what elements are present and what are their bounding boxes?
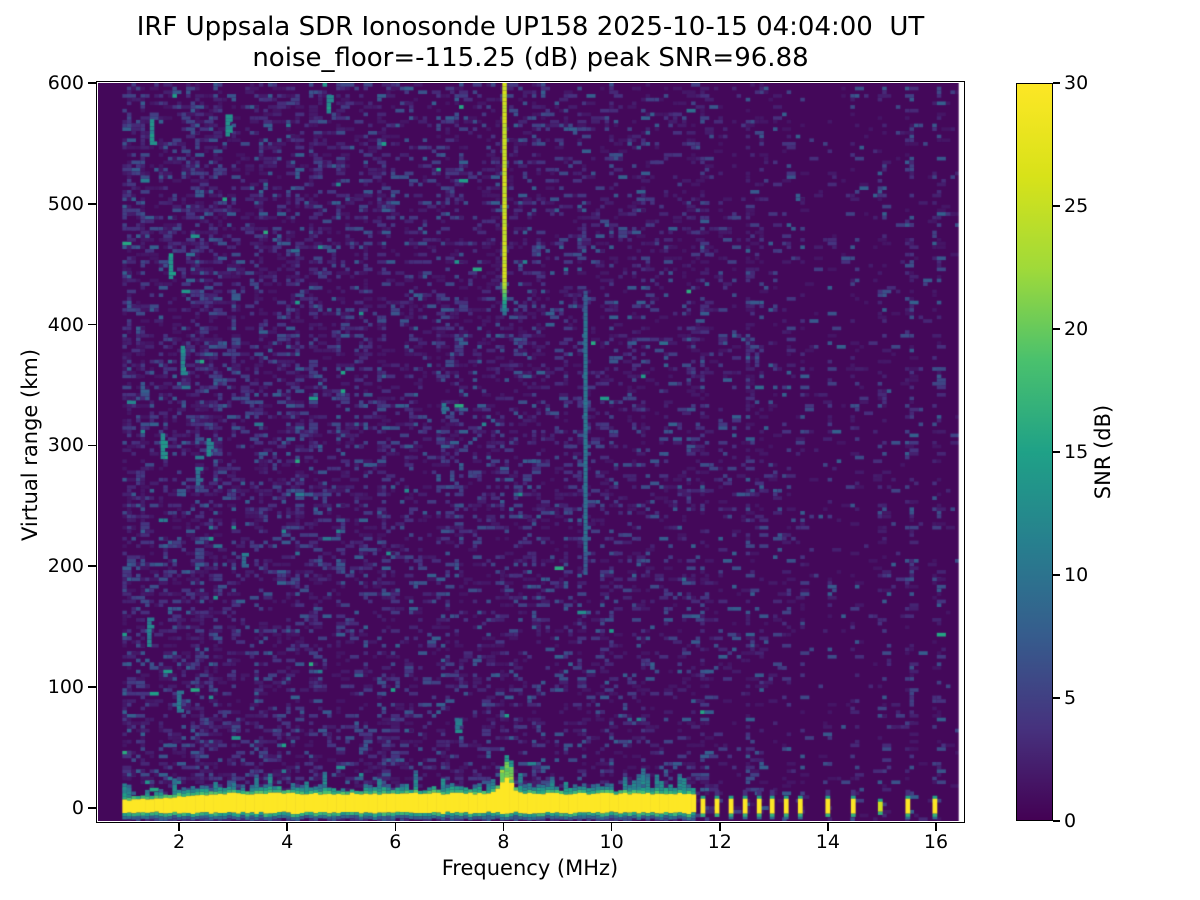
colorbar-tick-mark xyxy=(1053,451,1060,453)
colorbar xyxy=(1016,83,1053,821)
y-tick-label: 200 xyxy=(47,555,84,578)
y-tick-label: 300 xyxy=(47,434,84,457)
x-tick-label: 6 xyxy=(389,831,402,853)
y-tick-mark xyxy=(88,202,96,205)
x-axis-label: Frequency (MHz) xyxy=(441,856,619,880)
colorbar-tick-mark xyxy=(1053,697,1060,699)
x-tick-mark xyxy=(610,822,613,831)
colorbar-tick-label: 25 xyxy=(1064,195,1089,217)
y-tick-label: 100 xyxy=(47,675,84,698)
colorbar-label: SNR (dB) xyxy=(1091,404,1115,500)
x-tick-label: 4 xyxy=(281,831,294,853)
colorbar-tick-mark xyxy=(1053,82,1060,84)
y-tick-mark xyxy=(88,82,96,84)
x-tick-mark xyxy=(827,822,829,831)
x-tick-mark xyxy=(935,822,937,831)
title-block: IRF Uppsala SDR Ionosonde UP158 2025-10-… xyxy=(98,12,963,74)
y-tick-label: 400 xyxy=(47,313,84,336)
colorbar-tick-label: 0 xyxy=(1064,810,1077,832)
x-tick-mark xyxy=(718,822,721,831)
colorbar-tick-label: 5 xyxy=(1064,687,1077,709)
x-tick-label: 2 xyxy=(173,831,186,853)
colorbar-tick-mark xyxy=(1053,205,1060,207)
plot-subtitle: noise_floor=-115.25 (dB) peak SNR=96.88 xyxy=(252,43,809,73)
x-tick-mark xyxy=(394,822,397,831)
x-tick-label: 12 xyxy=(707,831,732,853)
y-tick-label: 0 xyxy=(71,796,84,819)
colorbar-tick-label: 30 xyxy=(1064,72,1089,94)
x-tick-mark xyxy=(286,822,288,831)
colorbar-tick-mark xyxy=(1053,820,1060,822)
x-tick-label: 16 xyxy=(923,831,949,853)
x-tick-label: 10 xyxy=(599,831,624,853)
ionogram-heatmap xyxy=(98,83,963,821)
y-tick-mark xyxy=(88,323,96,326)
colorbar-tick-label: 15 xyxy=(1064,441,1089,463)
y-tick-mark xyxy=(88,565,96,567)
x-tick-mark xyxy=(502,822,505,831)
y-tick-mark xyxy=(88,686,96,688)
colorbar-tick-mark xyxy=(1053,574,1060,576)
y-tick-label: 500 xyxy=(47,192,84,215)
colorbar-tick-label: 10 xyxy=(1064,564,1089,586)
x-tick-label: 14 xyxy=(815,831,840,853)
y-tick-mark xyxy=(88,444,96,447)
x-tick-mark xyxy=(178,822,180,831)
y-tick-label: 600 xyxy=(47,72,84,94)
colorbar-tick-label: 20 xyxy=(1064,318,1089,340)
ionogram-figure: IRF Uppsala SDR Ionosonde UP158 2025-10-… xyxy=(0,0,1200,900)
colorbar-tick-mark xyxy=(1053,328,1060,330)
plot-title: IRF Uppsala SDR Ionosonde UP158 2025-10-… xyxy=(136,12,925,42)
x-tick-label: 8 xyxy=(497,831,510,853)
y-tick-mark xyxy=(88,806,96,809)
